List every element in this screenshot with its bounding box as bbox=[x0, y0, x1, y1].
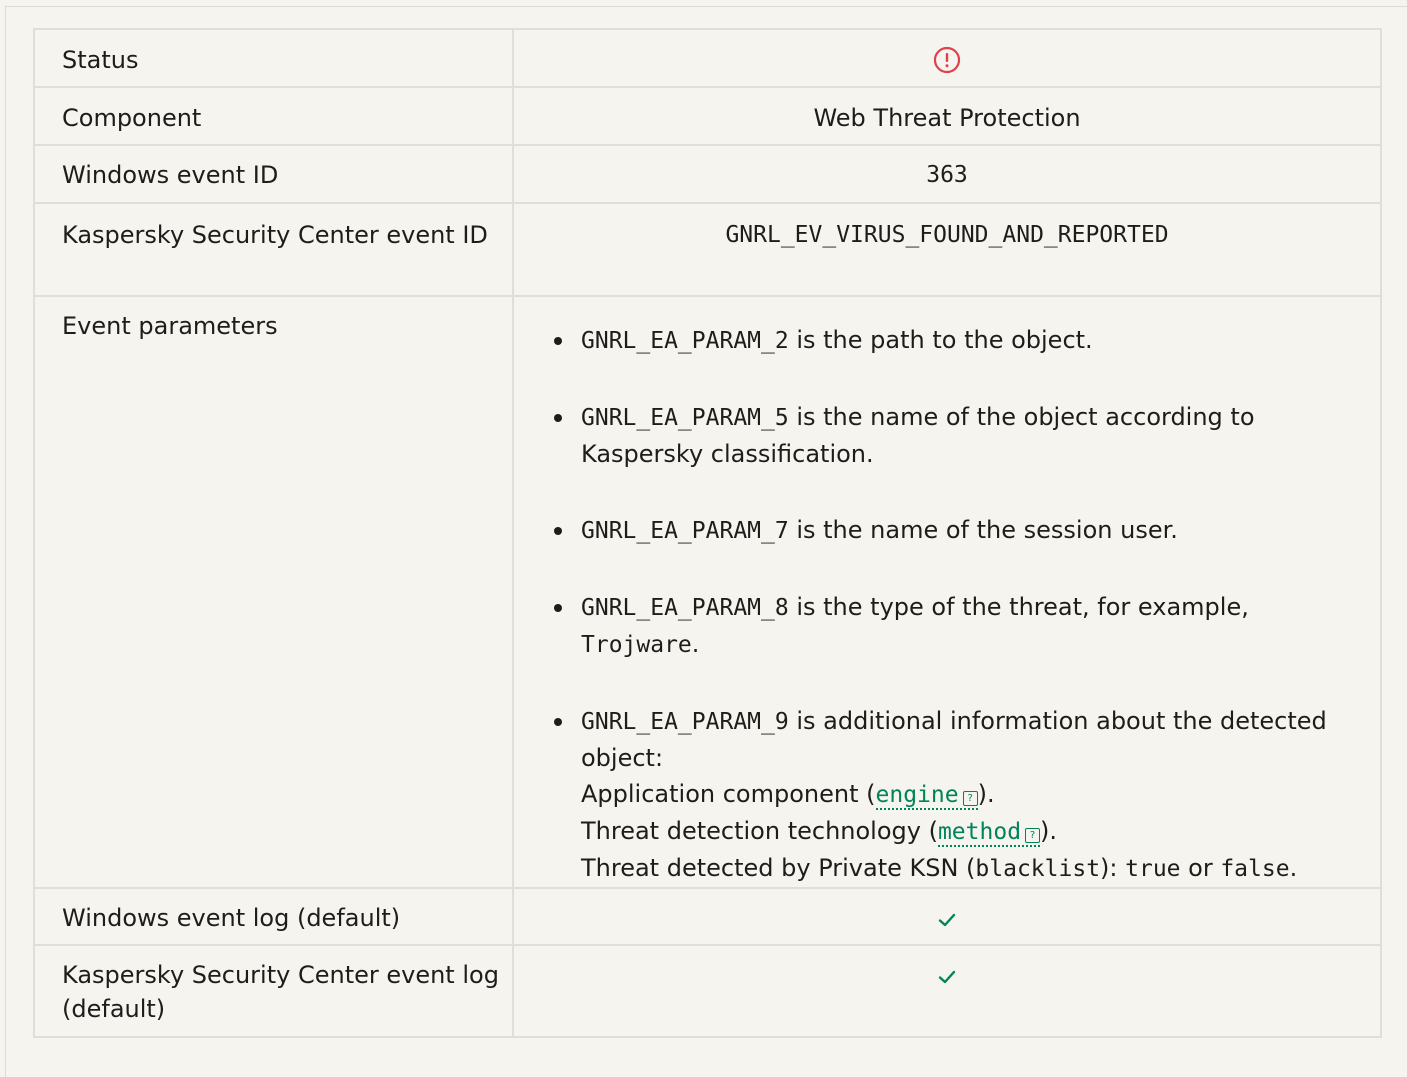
event-parameters-label: Event parameters bbox=[33, 295, 514, 889]
help-icon: ? bbox=[1025, 828, 1041, 843]
ksn-line-end: . bbox=[1289, 854, 1298, 882]
help-icon: ? bbox=[962, 791, 978, 806]
param-description: is the name of the session user. bbox=[788, 516, 1178, 544]
component-line-prefix: Application component ( bbox=[581, 780, 876, 808]
param-description: is the type of the threat, for example, bbox=[788, 593, 1249, 621]
component-value: Web Threat Protection bbox=[512, 86, 1382, 146]
bullet-icon bbox=[554, 414, 562, 422]
checkmark-icon bbox=[938, 913, 956, 927]
ksc-event-log-label: Kaspersky Security Center event log (def… bbox=[33, 944, 514, 1038]
ksn-line-mid: ): bbox=[1100, 854, 1126, 882]
list-item: GNRL_EA_PARAM_2 is the path to the objec… bbox=[554, 322, 1370, 359]
engine-link-text: engine bbox=[875, 782, 959, 808]
component-line-suffix: ). bbox=[977, 780, 995, 808]
status-label: Status bbox=[33, 28, 514, 88]
table-row-status: Status bbox=[33, 28, 1382, 88]
param-description: is the path to the object. bbox=[788, 326, 1093, 354]
bullet-icon bbox=[554, 337, 562, 345]
bullet-icon bbox=[554, 604, 562, 612]
table-row-ksc-event-log: Kaspersky Security Center event log (def… bbox=[33, 944, 1382, 1038]
example-value: Trojware bbox=[581, 632, 692, 658]
status-value bbox=[512, 28, 1382, 88]
method-glossary-link[interactable]: method? bbox=[937, 819, 1041, 847]
ksc-event-id-label: Kaspersky Security Center event ID bbox=[33, 202, 514, 297]
ksn-line-or: or bbox=[1180, 854, 1221, 882]
windows-event-log-label: Windows event log (default) bbox=[33, 887, 514, 946]
event-details-table: Status Component Web Threat Protection W… bbox=[33, 28, 1382, 1038]
event-parameters-value: GNRL_EA_PARAM_2 is the path to the objec… bbox=[512, 295, 1382, 889]
list-item: GNRL_EA_PARAM_5 is the name of the objec… bbox=[554, 399, 1370, 472]
param-name: GNRL_EA_PARAM_5 bbox=[581, 405, 789, 431]
example-suffix: . bbox=[691, 630, 700, 658]
method-link-text: method bbox=[937, 819, 1022, 845]
ksn-line-prefix: Threat detected by Private KSN ( bbox=[581, 854, 976, 882]
list-item: GNRL_EA_PARAM_7 is the name of the sessi… bbox=[554, 512, 1370, 549]
method-line-suffix: ). bbox=[1040, 817, 1058, 845]
windows-event-id-label: Windows event ID bbox=[33, 144, 514, 204]
param-name: GNRL_EA_PARAM_2 bbox=[581, 328, 789, 354]
table-row-windows-event-log: Windows event log (default) bbox=[33, 887, 1382, 946]
windows-event-id-value: 363 bbox=[512, 144, 1382, 204]
checkmark-icon bbox=[938, 970, 956, 984]
list-item: GNRL_EA_PARAM_8 is the type of the threa… bbox=[554, 589, 1370, 663]
ksc-event-id-value: GNRL_EV_VIRUS_FOUND_AND_REPORTED bbox=[512, 202, 1382, 297]
table-row-ksc-event-id: Kaspersky Security Center event ID GNRL_… bbox=[33, 202, 1382, 297]
false-code: false bbox=[1220, 856, 1290, 882]
param-name: GNRL_EA_PARAM_8 bbox=[581, 595, 789, 621]
true-code: true bbox=[1125, 856, 1181, 882]
list-item: GNRL_EA_PARAM_9 is additional informatio… bbox=[554, 703, 1370, 887]
engine-glossary-link[interactable]: engine? bbox=[875, 782, 978, 810]
parameter-list: GNRL_EA_PARAM_2 is the path to the objec… bbox=[554, 322, 1370, 887]
windows-event-log-value bbox=[512, 887, 1382, 946]
bullet-icon bbox=[554, 527, 562, 535]
method-line-prefix: Threat detection technology ( bbox=[581, 817, 938, 845]
table-row-event-parameters: Event parameters GNRL_EA_PARAM_2 is the … bbox=[33, 295, 1382, 889]
param-name: GNRL_EA_PARAM_9 bbox=[581, 709, 789, 735]
blacklist-code: blacklist bbox=[975, 856, 1101, 882]
component-label: Component bbox=[33, 86, 514, 146]
warning-circle-icon bbox=[933, 46, 961, 74]
table-row-windows-event-id: Windows event ID 363 bbox=[33, 144, 1382, 204]
bullet-icon bbox=[554, 718, 562, 726]
table-row-component: Component Web Threat Protection bbox=[33, 86, 1382, 146]
param-name: GNRL_EA_PARAM_7 bbox=[581, 518, 789, 544]
ksc-event-log-value bbox=[512, 944, 1382, 1038]
